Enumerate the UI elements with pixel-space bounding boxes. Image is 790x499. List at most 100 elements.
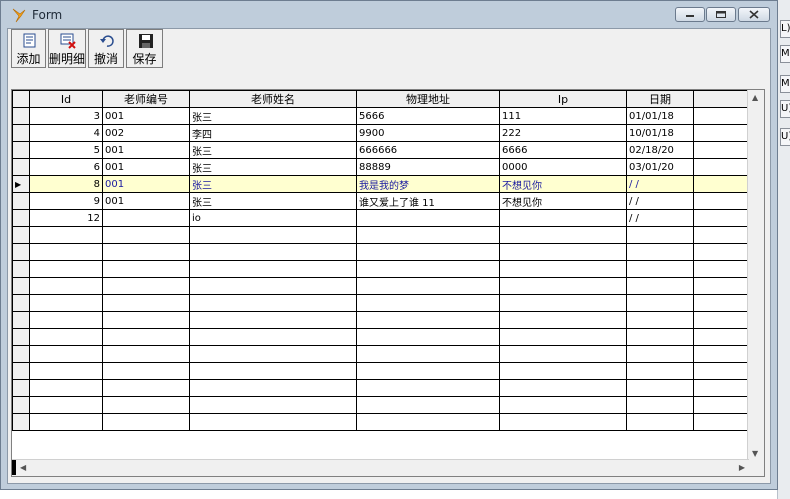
table-cell[interactable] xyxy=(189,277,357,295)
table-cell[interactable] xyxy=(626,379,694,397)
row-indicator[interactable] xyxy=(12,158,30,176)
table-cell[interactable]: 6 xyxy=(29,158,103,176)
table-row[interactable]: ▶ 8 001 张三 我是我的梦 不想见你 / / xyxy=(12,175,754,193)
table-cell[interactable] xyxy=(29,243,103,261)
row-indicator[interactable] xyxy=(12,260,30,278)
table-row[interactable]: 9 001 张三 谁又爱上了谁 11 不想见你 / / xyxy=(12,192,754,210)
table-cell[interactable]: 88889 xyxy=(356,158,500,176)
table-cell[interactable]: 张三 xyxy=(189,158,357,176)
column-header[interactable]: 物理地址 xyxy=(356,90,500,108)
scroll-down-icon[interactable]: ▼ xyxy=(752,449,758,458)
table-cell[interactable] xyxy=(102,362,190,380)
row-indicator[interactable] xyxy=(12,362,30,380)
table-cell[interactable] xyxy=(189,379,357,397)
table-cell[interactable] xyxy=(499,396,627,414)
table-cell[interactable] xyxy=(189,243,357,261)
row-indicator[interactable] xyxy=(12,413,30,431)
close-button[interactable] xyxy=(738,7,770,22)
table-cell[interactable] xyxy=(499,328,627,346)
table-cell[interactable] xyxy=(29,277,103,295)
table-cell[interactable] xyxy=(102,379,190,397)
undo-button[interactable]: 撤消 xyxy=(88,29,124,68)
table-cell[interactable]: 666666 xyxy=(356,141,500,159)
table-cell[interactable]: 001 xyxy=(102,141,190,159)
table-cell[interactable]: 8 xyxy=(29,175,103,193)
minimize-button[interactable] xyxy=(675,7,705,22)
table-cell[interactable] xyxy=(626,413,694,431)
table-cell[interactable] xyxy=(356,277,500,295)
table-cell[interactable]: 不想见你 xyxy=(499,175,627,193)
table-cell[interactable] xyxy=(356,311,500,329)
row-indicator[interactable] xyxy=(12,243,30,261)
table-cell[interactable]: 01/01/18 xyxy=(626,107,694,125)
table-cell[interactable] xyxy=(189,345,357,363)
table-row[interactable] xyxy=(12,379,754,397)
table-cell[interactable] xyxy=(29,328,103,346)
table-row[interactable]: 4 002 李四 9900 222 10/01/18 xyxy=(12,124,754,142)
table-cell[interactable] xyxy=(102,209,190,227)
row-indicator[interactable] xyxy=(12,107,30,125)
table-cell[interactable]: / / xyxy=(626,175,694,193)
table-row[interactable] xyxy=(12,294,754,312)
table-cell[interactable]: 03/01/20 xyxy=(626,158,694,176)
table-cell[interactable] xyxy=(356,226,500,244)
table-cell[interactable] xyxy=(102,243,190,261)
scroll-up-icon[interactable]: ▲ xyxy=(752,93,758,102)
row-indicator[interactable] xyxy=(12,379,30,397)
table-cell[interactable]: 001 xyxy=(102,158,190,176)
table-cell[interactable] xyxy=(356,396,500,414)
table-cell[interactable] xyxy=(29,362,103,380)
table-row[interactable] xyxy=(12,413,754,431)
table-cell[interactable] xyxy=(626,396,694,414)
table-cell[interactable]: 222 xyxy=(499,124,627,142)
table-cell[interactable]: 李四 xyxy=(189,124,357,142)
table-cell[interactable] xyxy=(29,379,103,397)
table-cell[interactable] xyxy=(626,328,694,346)
table-cell[interactable] xyxy=(102,311,190,329)
table-cell[interactable] xyxy=(102,396,190,414)
table-row[interactable] xyxy=(12,277,754,295)
row-indicator[interactable] xyxy=(12,124,30,142)
table-cell[interactable] xyxy=(626,345,694,363)
data-grid[interactable]: Id 老师编号 老师姓名 物理地址 Ip 日期 3 001 张三 5666 111 01/… xyxy=(11,89,765,477)
row-indicator[interactable]: ▶ xyxy=(12,175,30,193)
table-cell[interactable]: 02/18/20 xyxy=(626,141,694,159)
row-indicator[interactable] xyxy=(12,141,30,159)
table-cell[interactable] xyxy=(499,345,627,363)
table-cell[interactable] xyxy=(356,379,500,397)
table-cell[interactable] xyxy=(499,260,627,278)
table-cell[interactable]: 001 xyxy=(102,192,190,210)
table-cell[interactable]: 6666 xyxy=(499,141,627,159)
table-cell[interactable]: 张三 xyxy=(189,107,357,125)
table-cell[interactable] xyxy=(499,413,627,431)
table-cell[interactable]: 张三 xyxy=(189,141,357,159)
table-cell[interactable] xyxy=(189,260,357,278)
table-cell[interactable]: 3 xyxy=(29,107,103,125)
table-cell[interactable] xyxy=(189,413,357,431)
table-cell[interactable]: / / xyxy=(626,209,694,227)
row-indicator[interactable] xyxy=(12,277,30,295)
row-indicator[interactable] xyxy=(12,328,30,346)
table-row[interactable] xyxy=(12,260,754,278)
table-cell[interactable] xyxy=(102,294,190,312)
table-cell[interactable]: / / xyxy=(626,192,694,210)
table-row[interactable] xyxy=(12,345,754,363)
table-cell[interactable] xyxy=(499,209,627,227)
vertical-scrollbar[interactable]: ▲ ▼ xyxy=(747,90,764,460)
table-cell[interactable]: 111 xyxy=(499,107,627,125)
column-header[interactable]: Id xyxy=(29,90,103,108)
table-cell[interactable] xyxy=(499,226,627,244)
table-cell[interactable] xyxy=(29,226,103,244)
column-header[interactable]: 日期 xyxy=(626,90,694,108)
table-cell[interactable]: 不想见你 xyxy=(499,192,627,210)
table-cell[interactable] xyxy=(29,396,103,414)
table-cell[interactable] xyxy=(102,226,190,244)
table-cell[interactable] xyxy=(356,362,500,380)
row-indicator[interactable] xyxy=(12,209,30,227)
table-cell[interactable]: 谁又爱上了谁 11 xyxy=(356,192,500,210)
table-row[interactable] xyxy=(12,311,754,329)
row-indicator[interactable] xyxy=(12,396,30,414)
table-cell[interactable] xyxy=(356,243,500,261)
row-indicator[interactable] xyxy=(12,294,30,312)
title-bar[interactable]: Form xyxy=(1,1,777,28)
